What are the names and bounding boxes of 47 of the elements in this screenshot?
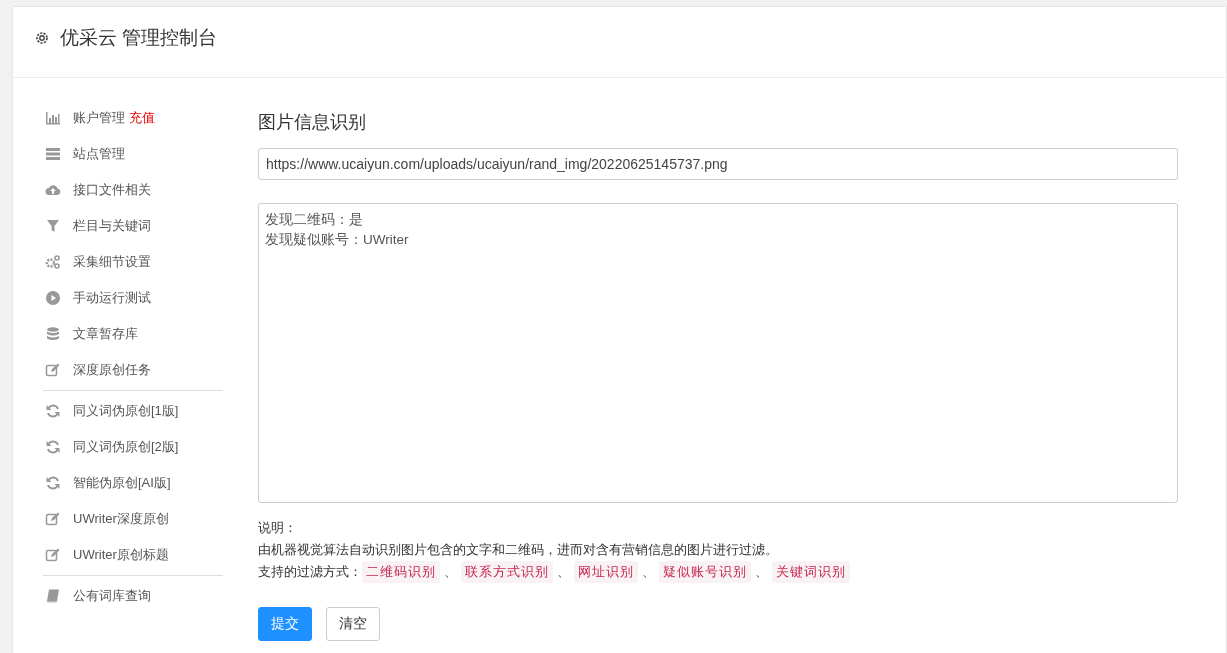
settings-icon [34, 30, 50, 46]
server-icon [45, 146, 61, 162]
cloud-upload-icon [45, 182, 61, 198]
bar-chart-icon [45, 110, 61, 126]
method-tag: 联系方式识别 [461, 561, 553, 583]
gears-icon [45, 254, 61, 270]
sidebar-item[interactable]: 文章暂存库 [43, 316, 223, 352]
sidebar-item[interactable]: 栏目与关键词 [43, 208, 223, 244]
sidebar-item[interactable]: 采集细节设置 [43, 244, 223, 280]
refresh-icon [45, 475, 61, 491]
refresh-icon [45, 439, 61, 455]
separator-mark: 、 [557, 564, 570, 581]
notes-heading: 说明： [258, 520, 298, 537]
filter-icon [45, 218, 61, 234]
sidebar-item[interactable]: 手动运行测试 [43, 280, 223, 316]
sidebar-item[interactable]: 深度原创任务 [43, 352, 223, 388]
result-field[interactable]: 发现二维码：是 发现疑似账号：UWriter [258, 203, 1178, 503]
sidebar-item[interactable]: 接口文件相关 [43, 172, 223, 208]
refresh-icon [45, 403, 61, 419]
sidebar-item[interactable]: 智能伪原创[AI版] [43, 465, 223, 501]
separator-mark: 、 [444, 564, 457, 581]
notes-description: 由机器视觉算法自动识别图片包含的文字和二维码，进而对含有营销信息的图片进行过滤。 [258, 542, 779, 559]
result-line: 发现疑似账号：UWriter [265, 231, 409, 250]
method-tag: 疑似账号识别 [659, 561, 751, 583]
method-tag: 网址识别 [574, 561, 638, 583]
sidebar-item[interactable]: 站点管理 [43, 136, 223, 172]
clear-button[interactable]: 清空 [326, 607, 380, 641]
edit-icon [45, 362, 61, 378]
method-tag: 关键词识别 [772, 561, 850, 583]
sidebar-item[interactable]: 公有词库查询 [43, 578, 223, 614]
sidebar-item[interactable]: 同义词伪原创[1版] [43, 393, 223, 429]
edit-icon [45, 511, 61, 527]
section-title: 图片信息识别 [258, 111, 367, 134]
sidebar-item[interactable]: UWriter原创标题 [43, 537, 223, 573]
sidebar-item[interactable]: 同义词伪原创[2版] [43, 429, 223, 465]
separator-mark: 、 [755, 564, 768, 581]
sidebar-item[interactable]: UWriter深度原创 [43, 501, 223, 537]
console-title: 优采云 管理控制台 [60, 26, 218, 50]
url-field[interactable]: https://www.ucaiyun.com/uploads/ucaiyun/rand_img/20220625145737.png [258, 148, 1178, 180]
play-icon [45, 290, 61, 306]
separator-mark: 、 [642, 564, 655, 581]
sidebar-item[interactable]: 账户管理 充值 [43, 100, 223, 136]
result-line: 发现二维码：是 [265, 211, 363, 229]
edit-icon [45, 547, 61, 563]
methods-label: 支持的过滤方式： [258, 564, 362, 581]
method-tag: 二维码识别 [362, 561, 440, 583]
database-icon [45, 326, 61, 342]
